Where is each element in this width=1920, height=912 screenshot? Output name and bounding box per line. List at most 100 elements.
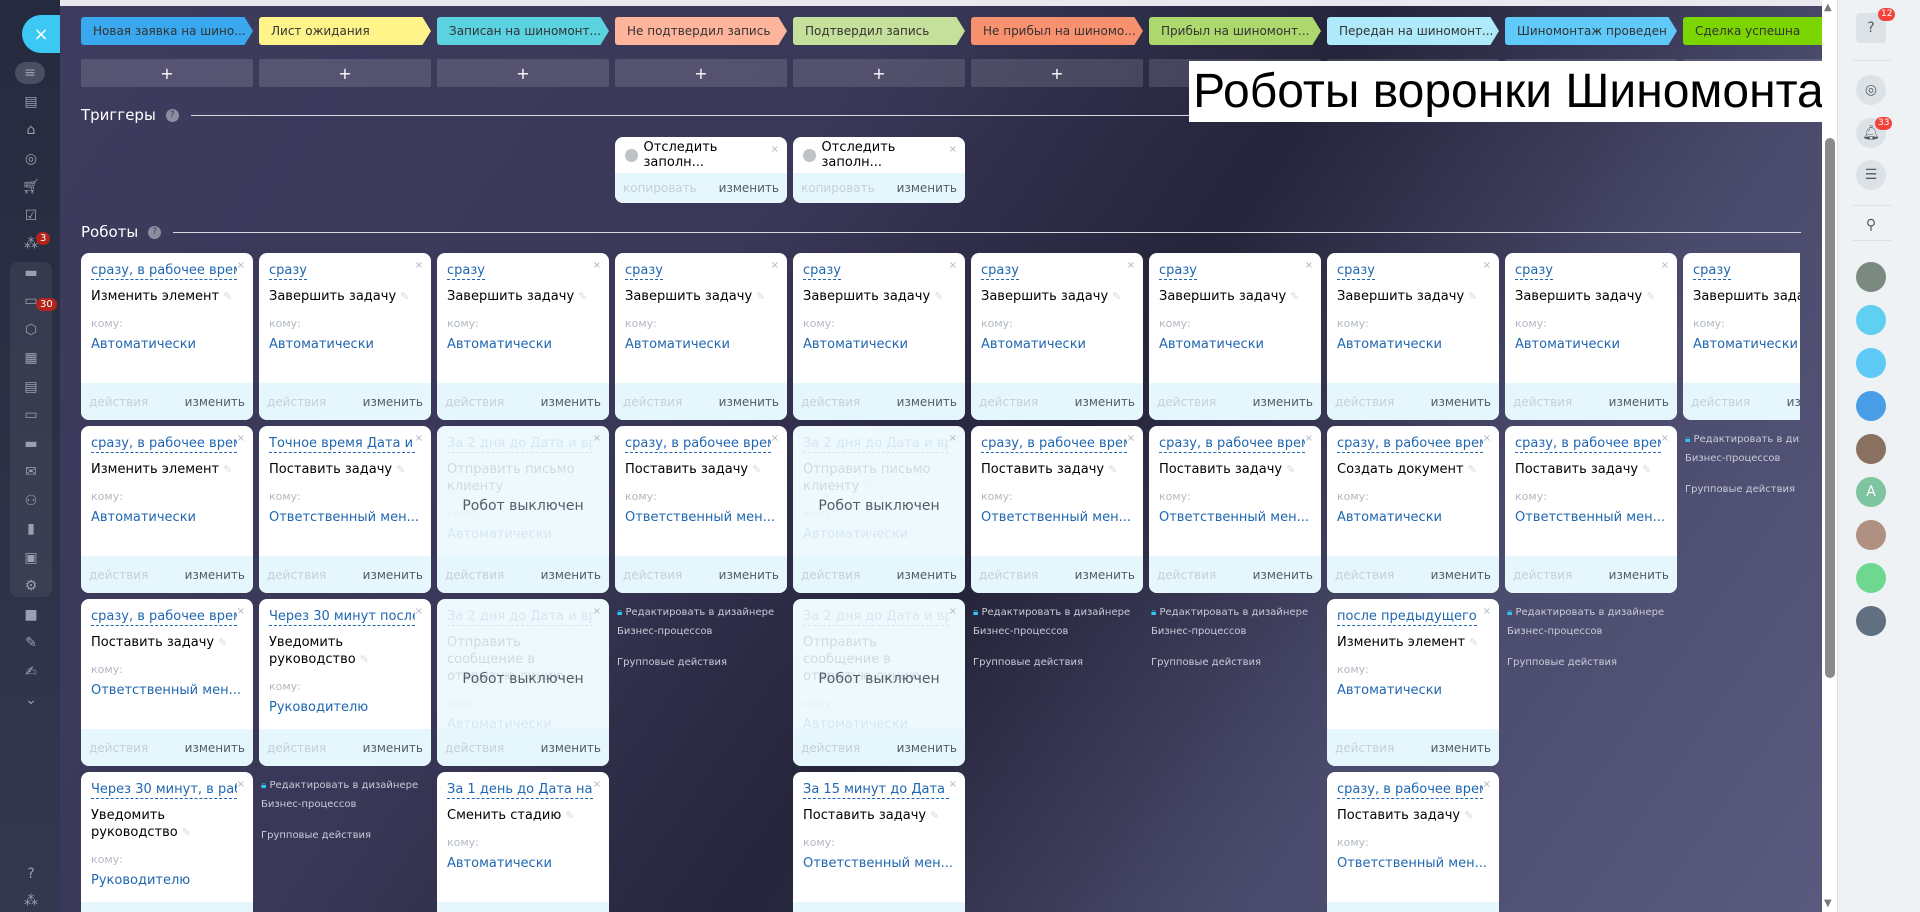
robot-delay-link[interactable]: сразу	[1337, 262, 1375, 280]
pencil-icon[interactable]: ✎	[400, 290, 409, 303]
designer-link[interactable]: 🔒︎ Редактировать в дизайнере Бизнес-проц…	[261, 776, 433, 814]
copy-link[interactable]: копировать	[801, 181, 875, 195]
robot-to-value[interactable]: Руководителю	[269, 700, 421, 715]
designer-link[interactable]: 🔒︎ Редактировать в дизайнере Бизнес-проц…	[973, 603, 1145, 641]
close-button[interactable]: ×	[22, 15, 60, 53]
scroll-down-icon[interactable]: ▼	[1824, 898, 1832, 909]
robot-to-value[interactable]: Ответственный мен...	[981, 510, 1133, 525]
actions-link[interactable]: действия	[1335, 741, 1394, 755]
pencil-icon[interactable]: ✎	[396, 463, 405, 476]
actions-link[interactable]: действия	[1157, 395, 1216, 409]
edit-link[interactable]: изменить	[541, 568, 601, 582]
edit-link[interactable]: изменить	[363, 395, 423, 409]
pencil-icon[interactable]: ✎	[1112, 290, 1121, 303]
pencil-icon[interactable]: ✎	[934, 290, 943, 303]
robot-to-value[interactable]: Автоматически	[1337, 683, 1489, 698]
edit-link[interactable]: изменить	[1609, 395, 1669, 409]
delete-icon[interactable]: ×	[415, 260, 423, 271]
bookmark-avatar[interactable]	[1856, 348, 1886, 378]
edit-link[interactable]: изменить	[185, 395, 245, 409]
delete-icon[interactable]: ×	[771, 260, 779, 271]
actions-link[interactable]: действия	[445, 741, 504, 755]
pencil-icon[interactable]: ✎	[223, 463, 232, 476]
delete-icon[interactable]: ×	[593, 433, 601, 444]
robot-delay-link[interactable]: сразу, в рабочее врем...	[1337, 781, 1483, 799]
edit-link[interactable]: изменить	[719, 395, 779, 409]
robot-card[interactable]: сразу, в рабочее время × Поставить задачу ✎…	[615, 426, 787, 593]
sign-icon[interactable]: ✍	[18, 661, 44, 683]
copilot-button[interactable]: ◎	[1856, 75, 1886, 105]
actions-link[interactable]: действия	[623, 395, 682, 409]
pencil-icon[interactable]: ✎	[756, 290, 765, 303]
group-actions-link[interactable]: Групповые действия	[1151, 653, 1323, 672]
robot-to-value[interactable]: Автоматически	[269, 337, 421, 352]
robot-delay-link[interactable]: сразу, в рабочее врем...	[91, 262, 237, 280]
scroll-up-icon[interactable]: ▲	[1824, 2, 1832, 13]
delete-icon[interactable]: ×	[949, 606, 957, 617]
robot-to-value[interactable]: Автоматически	[91, 510, 243, 525]
delete-icon[interactable]: ×	[1661, 433, 1669, 444]
delete-icon[interactable]: ×	[949, 779, 957, 790]
actions-link[interactable]: действия	[1335, 568, 1394, 582]
pencil-icon[interactable]: ✎	[1646, 290, 1655, 303]
edit-link[interactable]: изменить	[363, 568, 423, 582]
robot-to-value[interactable]: Автоматически	[625, 337, 777, 352]
edit-link[interactable]: изменить	[897, 568, 957, 582]
edit-link[interactable]: изменить	[541, 741, 601, 755]
robot-delay-link[interactable]: За 2 дня до Дата и вре...	[803, 608, 949, 626]
avatar[interactable]	[1856, 434, 1886, 464]
robot-delay-link[interactable]: сразу, в рабочее врем...	[91, 608, 237, 626]
scrollbar-thumb[interactable]	[1825, 138, 1835, 678]
group-actions-link[interactable]: Групповые действия	[973, 653, 1145, 672]
robot-delay-link[interactable]: сразу	[981, 262, 1019, 280]
box-icon[interactable]: ■	[18, 604, 44, 626]
edit-link[interactable]: изменить	[1075, 568, 1135, 582]
edit-link[interactable]: изменить	[1075, 395, 1135, 409]
pencil-icon[interactable]: ✎	[1464, 809, 1473, 822]
delete-icon[interactable]: ×	[415, 433, 423, 444]
edit-link[interactable]: изменить	[897, 181, 957, 195]
robot-delay-link[interactable]: Точное время Дата и ...	[269, 435, 415, 453]
pencil-icon[interactable]: ✎	[1642, 463, 1651, 476]
actions-link[interactable]: действия	[1335, 395, 1394, 409]
edit-icon[interactable]: ✎	[18, 632, 44, 654]
card-icon[interactable]: ▣	[18, 547, 44, 569]
robot-card[interactable]: после предыдущего × Изменить элемент ✎ кому:…	[1327, 599, 1499, 766]
help-icon[interactable]: ?	[18, 863, 44, 885]
robot-delay-link[interactable]: сразу, в рабочее время	[1159, 435, 1305, 453]
robot-to-value[interactable]: Автоматически	[447, 527, 599, 542]
actions-link[interactable]: действия	[445, 568, 504, 582]
actions-link[interactable]: действия	[267, 568, 326, 582]
pencil-icon[interactable]: ✎	[565, 809, 574, 822]
robot-to-value[interactable]: Ответственный мен...	[91, 683, 243, 698]
robot-card[interactable]: сразу × Завершить задачу✎ кому: Автоматическ…	[1327, 253, 1499, 420]
pencil-icon[interactable]: ✎	[1468, 463, 1477, 476]
edit-link[interactable]: изменить	[1253, 568, 1313, 582]
pencil-icon[interactable]: ✎	[223, 290, 232, 303]
delete-icon[interactable]: ×	[949, 260, 957, 271]
delete-icon[interactable]: ×	[415, 606, 423, 617]
pencil-icon[interactable]: ✎	[1468, 290, 1477, 303]
robot-card[interactable]: За 2 дня до Дата и вре...×Отправить сооб…	[437, 599, 609, 766]
edit-link[interactable]: изменить	[541, 395, 601, 409]
pencil-icon[interactable]: ✎	[752, 463, 761, 476]
document-icon[interactable]: ▤	[18, 376, 44, 398]
robot-delay-link[interactable]: Через 30 минут после...	[269, 608, 415, 626]
robot-to-value[interactable]: Автоматически	[803, 527, 955, 542]
avatar[interactable]	[1856, 606, 1886, 636]
robot-delay-link[interactable]: сразу, в рабочее время	[1337, 435, 1483, 453]
robot-card[interactable]: сразу, в рабочее время × Создать документ ✎…	[1327, 426, 1499, 593]
pencil-icon[interactable]: ✎	[1290, 290, 1299, 303]
group-actions-link[interactable]: Групповые действия	[261, 826, 433, 845]
pencil-icon[interactable]: ✎	[218, 636, 227, 649]
pencil-icon[interactable]: ✎	[1108, 463, 1117, 476]
actions-link[interactable]: действия	[801, 395, 860, 409]
edit-link[interactable]: изменить	[1431, 395, 1491, 409]
pencil-icon[interactable]: ✎	[578, 290, 587, 303]
robot-card[interactable]: сразу, в рабочее время × Изменить элемент ✎…	[81, 426, 253, 593]
delete-icon[interactable]: ×	[1127, 433, 1135, 444]
designer-link[interactable]: 🔒︎ Редактировать в дизайнере Бизнес-проц…	[617, 603, 789, 641]
robot-delay-link[interactable]: сразу	[269, 262, 307, 280]
robot-card[interactable]: сразу × Завершить задачу✎ кому: Автоматическ…	[793, 253, 965, 420]
robot-delay-link[interactable]: Через 30 минут, в раб...	[91, 781, 237, 799]
